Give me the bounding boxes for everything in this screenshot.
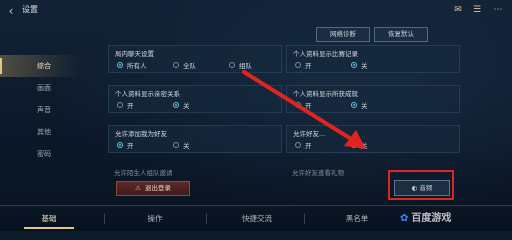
- paw-logo-icon: ✿: [400, 213, 409, 224]
- watermark: ✿ 百度游戏: [400, 213, 452, 224]
- annotation-box: [388, 170, 454, 200]
- tab-divider: [304, 213, 305, 224]
- tab-blacklist[interactable]: 黑名单: [312, 206, 402, 231]
- tab-divider: [206, 213, 207, 224]
- tab-divider: [104, 213, 105, 224]
- tab-controls[interactable]: 操作: [110, 206, 200, 231]
- tab-basic[interactable]: 基础: [4, 206, 94, 231]
- tab-quick-chat[interactable]: 快捷交流: [212, 206, 302, 231]
